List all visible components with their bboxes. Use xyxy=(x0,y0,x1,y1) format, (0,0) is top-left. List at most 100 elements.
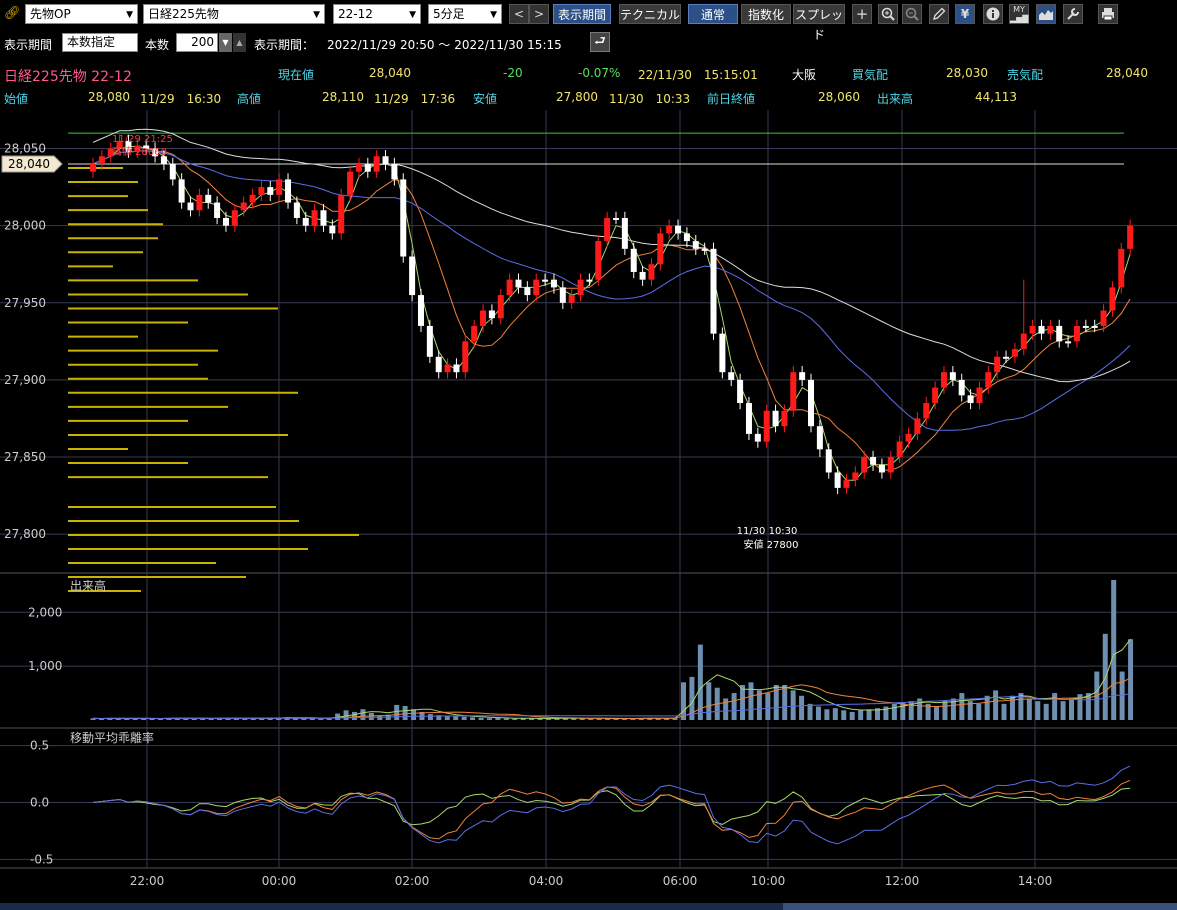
volume-bar xyxy=(394,704,400,720)
x-tick-label: 00:00 xyxy=(262,874,297,888)
candle-body xyxy=(772,410,779,427)
contract-select[interactable]: 22-12 ▼ xyxy=(333,4,421,24)
instrument-select[interactable]: 日経225先物 ▼ xyxy=(143,4,325,24)
candle-body xyxy=(1109,287,1116,311)
return-icon[interactable]: ⮐ xyxy=(590,32,610,52)
candle-body xyxy=(577,279,584,296)
next-button[interactable]: > xyxy=(529,4,549,24)
volume-bar xyxy=(478,717,484,720)
volume-bar xyxy=(352,711,357,720)
volume-bar xyxy=(512,718,518,720)
x-tick-label: 06:00 xyxy=(663,874,698,888)
info-icon[interactable] xyxy=(983,4,1003,24)
count-input[interactable]: 200 xyxy=(176,33,218,52)
candle-body xyxy=(205,194,212,203)
count-stepper-down[interactable]: ▼ xyxy=(219,33,232,52)
candle-body xyxy=(533,279,540,296)
change-value: -20 xyxy=(503,66,523,80)
crosshair-icon[interactable]: + xyxy=(852,4,872,24)
candle-body xyxy=(808,379,815,427)
candle-body xyxy=(453,364,460,373)
candle-body xyxy=(967,395,974,404)
volume-bar xyxy=(470,717,476,720)
candle-body xyxy=(320,210,327,226)
volume-bar xyxy=(959,693,965,720)
candle-body xyxy=(834,472,841,488)
candle-body xyxy=(896,441,903,458)
link-icon[interactable]: 🔗︎ xyxy=(4,6,21,22)
volume-bar xyxy=(799,695,805,720)
candle-body xyxy=(728,372,735,380)
technical-button[interactable]: テクニカル xyxy=(619,4,681,24)
volume-bar xyxy=(1119,671,1125,720)
count-stepper-up[interactable]: ▲ xyxy=(233,33,246,52)
volume-bar xyxy=(891,703,897,720)
market-select[interactable]: 先物OP ▼ xyxy=(25,4,138,24)
volume-bar xyxy=(832,708,838,720)
period-settings-bar: 表示期間 本数指定 本数 200 ▼ ▲ 表示期間： 2022/11/29 20… xyxy=(0,30,1177,56)
print-icon[interactable] xyxy=(1098,4,1118,24)
candle-body xyxy=(1003,356,1010,359)
volume-bar xyxy=(866,709,872,720)
price-chart-area[interactable]: 22:00 00:00 02:00 04:00 06:00 10:00 12:00 14:00… xyxy=(0,110,1177,910)
period-range-value: 2022/11/29 20:50 ～ 2022/11/30 15:15 xyxy=(327,38,562,52)
candle-body xyxy=(586,279,593,282)
candle-body xyxy=(1091,325,1098,328)
volume-bar xyxy=(841,710,847,720)
high-label: 高値 xyxy=(237,92,262,106)
candle-body xyxy=(958,379,965,396)
normal-mode-button[interactable]: 通常 xyxy=(688,4,738,24)
zoom-out-icon[interactable] xyxy=(902,4,922,24)
candle-body xyxy=(940,372,947,388)
chevron-down-icon: ▼ xyxy=(126,10,133,20)
bid-label: 買気配 xyxy=(852,68,889,82)
candle-body xyxy=(355,163,362,172)
volume-bar xyxy=(706,682,712,720)
count-mode-select[interactable]: 本数指定 xyxy=(62,33,138,52)
volume-bar xyxy=(1128,639,1134,720)
volume-bar xyxy=(318,718,324,720)
my-chart-icon[interactable]: MY ▂▅▇ xyxy=(1009,4,1029,24)
current-label: 現在値 xyxy=(278,68,315,82)
volume-bar xyxy=(1052,693,1058,720)
area-chart-icon[interactable] xyxy=(1036,4,1056,24)
yen-icon[interactable]: ¥ xyxy=(955,4,975,24)
volume-label: 出来高 xyxy=(877,92,914,106)
candle-body xyxy=(559,287,566,303)
candle-body xyxy=(994,356,1001,373)
count-mode-value: 本数指定 xyxy=(67,35,116,49)
low-annotation-time: 11/30 10:30 xyxy=(737,526,798,537)
candle-body xyxy=(763,410,770,442)
instrument-select-value: 日経225先物 xyxy=(148,7,219,21)
candle-body xyxy=(710,248,717,334)
scrollbar-thumb[interactable] xyxy=(783,903,1177,910)
horizontal-scrollbar[interactable] xyxy=(0,903,1177,910)
ma-short-line xyxy=(92,145,1131,481)
volume-bar xyxy=(588,718,594,720)
pencil-icon[interactable] xyxy=(929,4,949,24)
index-mode-button[interactable]: 指数化 xyxy=(741,4,791,24)
bid-value: 28,030 xyxy=(946,66,988,80)
wrench-icon[interactable] xyxy=(1063,4,1083,24)
period-label: 表示期間 xyxy=(4,38,53,52)
volume-bar xyxy=(849,711,855,720)
interval-select[interactable]: 5分足 ▼ xyxy=(428,4,502,24)
instrument-title: 日経225先物 22-12 xyxy=(4,69,132,85)
candle-body xyxy=(870,457,877,465)
candle-body xyxy=(409,256,416,296)
zoom-in-icon[interactable] xyxy=(878,4,898,24)
candle-body xyxy=(480,310,487,326)
candle-body xyxy=(1118,248,1125,288)
candle-body xyxy=(613,217,619,220)
prev-button[interactable]: < xyxy=(509,4,529,24)
period-button[interactable]: 表示期間 xyxy=(553,4,611,24)
spread-mode-button[interactable]: スプレッド xyxy=(793,4,845,42)
toolbar: 🔗︎ 先物OP ▼ 日経225先物 ▼ 22-12 ▼ 5分足 ▼ < > 表示期間 テ… xyxy=(0,0,1177,42)
ma-white-line xyxy=(92,128,1131,383)
ma-mid-line xyxy=(92,150,1131,472)
candle-body xyxy=(435,356,442,373)
candle-body xyxy=(657,233,664,265)
deviation-short-line xyxy=(92,787,1131,826)
y-tick-label: 27,900 xyxy=(4,373,46,387)
y-tick-label: 27,850 xyxy=(4,450,46,464)
